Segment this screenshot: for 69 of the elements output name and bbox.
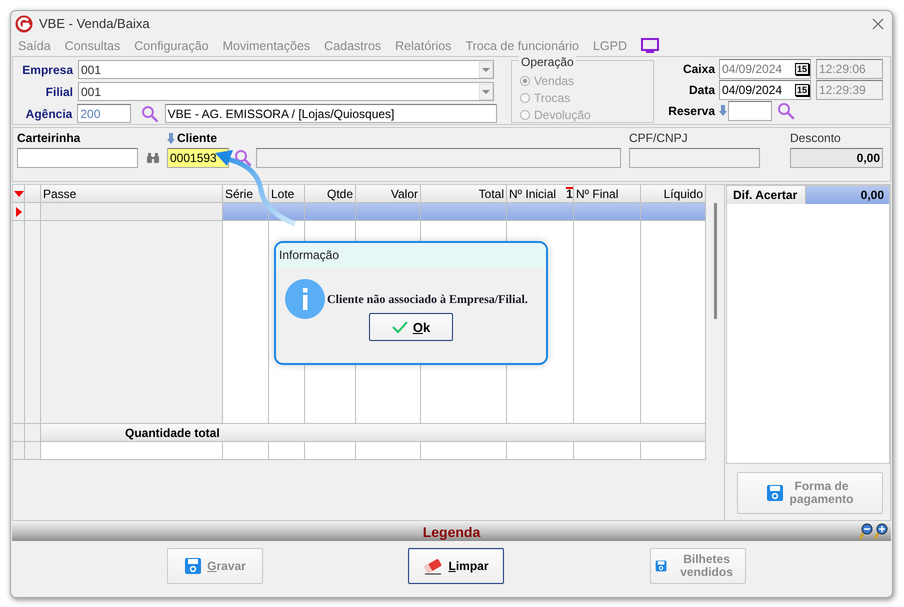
table-cell — [305, 442, 356, 460]
table-cell — [574, 203, 641, 221]
monitor-icon — [640, 38, 659, 54]
input-field[interactable]: VBE - AG. EMISSORA / [Lojas/Quiosques] — [164, 104, 497, 123]
save-icon — [766, 484, 784, 502]
search-icon — [140, 104, 159, 122]
field-label: Desconto — [790, 131, 842, 145]
field-label: Reserva — [667, 104, 716, 118]
ok-button[interactable]: Ok — [369, 313, 453, 341]
zoom-icons — [858, 523, 890, 541]
search-icon — [234, 149, 252, 167]
radio-label: Vendas — [534, 74, 574, 88]
input-field[interactable] — [17, 148, 138, 168]
field-label: Carteirinha — [17, 131, 82, 145]
field-label: Cliente — [177, 131, 218, 145]
table-cell — [574, 442, 641, 460]
input-field[interactable]: 0001593 — [167, 148, 229, 168]
dropdown-arrow-icon — [479, 84, 493, 100]
row-header — [25, 442, 41, 460]
legend-label: Legenda — [422, 524, 480, 540]
table-cell — [305, 203, 356, 221]
input-field[interactable]: 0,00 — [790, 148, 883, 168]
dialog-message: Cliente não associado à Empresa/Filial. — [327, 292, 528, 306]
date-field[interactable]: 04/09/2024 15 — [719, 80, 811, 100]
total-label: Quantidade total — [41, 424, 706, 442]
table-cell — [356, 442, 421, 460]
close-icon — [872, 18, 884, 30]
table-cell — [269, 442, 305, 460]
input-field[interactable] — [728, 100, 772, 120]
radio-label: Trocas — [534, 90, 570, 104]
field-label: CPF/CNPJ — [629, 131, 689, 145]
dialog-title: Informação — [276, 243, 546, 268]
info-icon — [285, 279, 325, 319]
table-cell — [223, 442, 269, 460]
table-cell — [641, 203, 706, 221]
summary-label: Dif. Acertar — [727, 186, 806, 204]
summary-value: 0,00 — [806, 186, 889, 204]
dropdown-field[interactable]: 001 — [78, 82, 494, 101]
field-label: Caixa — [682, 62, 716, 76]
field-label: Empresa — [21, 62, 74, 76]
groupbox-title: Operação — [519, 55, 576, 69]
input-field[interactable]: 200 — [77, 104, 131, 123]
sort-down-icon — [14, 190, 24, 196]
check-icon — [392, 320, 408, 334]
app-logo-icon — [15, 14, 33, 32]
field-label: Filial — [44, 84, 74, 98]
table-cell — [641, 442, 706, 460]
table-cell — [507, 203, 574, 221]
down-arrow-icon — [719, 105, 727, 116]
window-title: VBE - Venda/Baixa — [39, 16, 150, 31]
input-field[interactable] — [629, 148, 760, 168]
down-arrow-icon — [167, 132, 175, 144]
table-cell — [223, 203, 269, 221]
field-label: Agência — [24, 106, 74, 120]
table-cell — [356, 203, 421, 221]
field-label: Data — [688, 82, 716, 96]
row-pointer-icon — [16, 206, 22, 216]
calendar-button[interactable]: 15 — [794, 84, 809, 96]
input-field[interactable] — [256, 148, 621, 168]
scrollbar[interactable] — [714, 203, 716, 319]
save-icon — [184, 557, 202, 575]
action-button[interactable]: Limpar — [408, 548, 504, 584]
binoculars-icon — [147, 153, 159, 163]
search-icon — [777, 102, 795, 120]
dropdown-field[interactable]: 001 — [78, 60, 494, 79]
dropdown-arrow-icon — [479, 62, 493, 78]
radio-label: Devolução — [534, 108, 591, 122]
table-cell — [507, 442, 574, 460]
sort-indicator: 1 — [566, 187, 573, 200]
